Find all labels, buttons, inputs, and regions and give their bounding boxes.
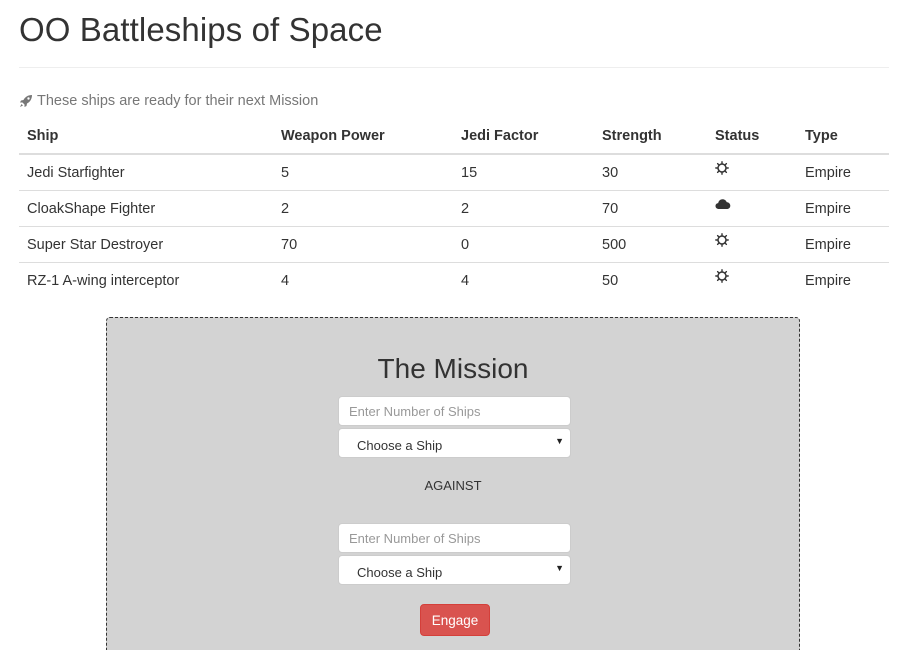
cell-jedi-factor: 2 (453, 190, 594, 227)
chevron-down-icon: ▼ (555, 436, 564, 446)
cell-status (707, 226, 797, 263)
sun-icon (715, 232, 729, 247)
cell-ship: RZ-1 A-wing interceptor (19, 262, 273, 298)
cell-type: Empire (797, 226, 889, 263)
column-header-status: Status (707, 118, 797, 155)
cell-weapon-power: 2 (273, 190, 453, 227)
cell-ship: Super Star Destroyer (19, 226, 273, 263)
mission-title: The Mission (377, 353, 529, 384)
column-header-ship: Ship (19, 118, 273, 155)
cell-status (707, 262, 797, 298)
cell-strength: 70 (594, 190, 707, 227)
cell-jedi-factor: 15 (461, 164, 478, 181)
cell-ship: CloakShape Fighter (19, 190, 273, 227)
table-header-row: Ship Weapon Power Jedi Factor Strength S… (19, 118, 889, 155)
table-row: CloakShape Fighter 2 2 70 Empire (19, 190, 889, 227)
table-row: Super Star Destroyer 70 0 500 Empire (19, 226, 889, 263)
against-label: AGAINST (424, 478, 482, 493)
cell-jedi-factor: 4 (453, 262, 594, 298)
column-header-strength: Strength (594, 118, 707, 155)
first-ship-select-value: Choose a Ship (357, 438, 443, 453)
second-ship-select-value: Choose a Ship (357, 565, 443, 580)
cell-strength: 30 (602, 164, 619, 181)
title-divider (19, 67, 889, 68)
page: OO Battleships of Space These ships are … (0, 0, 900, 650)
column-header-jedi-factor: Jedi Factor (453, 118, 594, 155)
chevron-down-icon: ▼ (555, 563, 564, 573)
sun-icon (715, 268, 729, 283)
column-header-type: Type (797, 118, 889, 155)
cell-weapon-power: 4 (273, 262, 453, 298)
cell-type: Empire (797, 190, 889, 227)
cell-type: Empire (805, 164, 851, 181)
caption-text: These ships are ready for their next Mis… (37, 93, 319, 109)
cell-strength: 500 (594, 226, 707, 263)
cell-type: Empire (797, 262, 889, 298)
cell-jedi-factor: 0 (453, 226, 594, 263)
cell-status (707, 154, 797, 191)
cell-ship: Jedi Starfighter (27, 164, 125, 181)
second-ship-select[interactable]: Choose a Ship ▼ (338, 555, 571, 585)
sun-icon (715, 160, 729, 175)
ships-caption: These ships are ready for their next Mis… (19, 93, 318, 109)
mission-panel: The Mission Choose a Ship ▼ AGAINST Choo… (106, 317, 800, 650)
cell-weapon-power: 70 (273, 226, 453, 263)
first-ship-select[interactable]: Choose a Ship ▼ (338, 428, 571, 458)
table-row: RZ-1 A-wing interceptor 4 4 50 Empire (19, 262, 889, 298)
second-ship-count-input[interactable] (338, 523, 571, 553)
page-title: OO Battleships of Space (19, 11, 383, 48)
engage-button[interactable]: Engage (420, 604, 490, 636)
ships-table: Ship Weapon Power Jedi Factor Strength S… (19, 118, 889, 298)
cell-status (707, 190, 797, 227)
table-row: Jedi Starfighter 5 15 30 Empire (19, 154, 889, 191)
first-ship-count-input[interactable] (338, 396, 571, 426)
cloud-icon (715, 197, 731, 211)
cell-weapon-power: 5 (281, 164, 290, 181)
column-header-weapon-power: Weapon Power (273, 118, 453, 155)
rocket-icon (19, 94, 33, 108)
cell-strength: 50 (594, 262, 707, 298)
